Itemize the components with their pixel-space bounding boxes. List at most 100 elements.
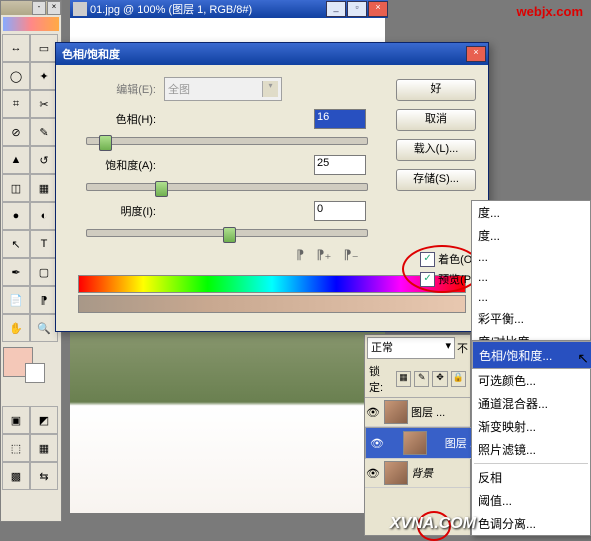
opacity-label: 不 xyxy=(457,340,468,356)
watermark-bottom: XVNA.COM xyxy=(390,515,476,533)
light-input[interactable]: 0 xyxy=(314,201,366,221)
layer-row[interactable]: 👁背景 xyxy=(365,459,470,488)
menu-item[interactable]: ... xyxy=(472,287,590,307)
eye-icon[interactable]: 👁 xyxy=(369,437,385,450)
blur-tool[interactable]: ● xyxy=(2,202,30,230)
light-label: 明度(I): xyxy=(66,203,164,219)
brush-tool[interactable]: ✎ xyxy=(30,118,58,146)
mode-quickmask[interactable]: ◩ xyxy=(30,406,58,434)
light-thumb[interactable] xyxy=(223,227,236,243)
lock-trans-icon[interactable]: ▦ xyxy=(396,371,411,387)
lock-paint-icon[interactable]: ✎ xyxy=(414,371,429,387)
screen-std[interactable]: ⬚ xyxy=(2,434,30,462)
menu-item[interactable]: 反相 xyxy=(472,466,590,489)
zoom-tool[interactable]: 🔍 xyxy=(30,314,58,342)
eye-icon[interactable]: 👁 xyxy=(365,467,381,480)
layer-thumb xyxy=(384,400,408,424)
min-icon[interactable]: - xyxy=(32,1,46,15)
document-titlebar[interactable]: 01.jpg @ 100% (图层 1, RGB/8#) _ ▫ × xyxy=(70,0,388,18)
eraser-tool[interactable]: ◫ xyxy=(2,174,30,202)
menu-item[interactable]: 度... xyxy=(472,201,590,224)
dialog-close-button[interactable]: × xyxy=(466,46,486,62)
menu-item-hue-sat[interactable]: 色相/饱和度... xyxy=(472,341,591,369)
close-button[interactable]: × xyxy=(368,1,388,17)
lock-pos-icon[interactable]: ✥ xyxy=(432,371,447,387)
toolbox-titlebar[interactable]: -× xyxy=(1,1,61,15)
annotation-oval xyxy=(402,245,482,293)
dialog-titlebar[interactable]: 色相/饱和度 × xyxy=(56,43,488,65)
dodge-tool[interactable]: ◐ xyxy=(30,202,58,230)
move-tool[interactable]: ↔ xyxy=(2,34,30,62)
notes-tool[interactable]: 📄 xyxy=(2,286,30,314)
save-button[interactable]: 存储(S)... xyxy=(396,169,476,191)
screen-full[interactable]: ▦ xyxy=(30,434,58,462)
max-button[interactable]: ▫ xyxy=(347,1,367,17)
history-brush-tool[interactable]: ↺ xyxy=(30,146,58,174)
menu-item[interactable]: 彩平衡... xyxy=(472,307,590,330)
menu-item[interactable]: 渐变映射... xyxy=(472,415,590,438)
adjustment-layer-menu: 色相/饱和度... 可选颜色... 通道混合器... 渐变映射... 照片滤镜.… xyxy=(471,340,591,536)
crop-tool[interactable]: ⌗ xyxy=(2,90,30,118)
layer-row[interactable]: 👁图层 ... xyxy=(365,398,470,427)
sat-thumb[interactable] xyxy=(155,181,168,197)
jump-to[interactable]: ⇆ xyxy=(30,462,58,490)
menu-item[interactable]: ... xyxy=(472,247,590,267)
mode-standard[interactable]: ▣ xyxy=(2,406,30,434)
eyedropper-icon: ⁋ xyxy=(296,247,304,263)
layer-thumb xyxy=(403,431,427,455)
cursor-icon: ↖ xyxy=(577,350,589,367)
load-button[interactable]: 载入(L)... xyxy=(396,139,476,161)
min-button[interactable]: _ xyxy=(326,1,346,17)
ps-logo xyxy=(3,17,59,31)
ok-button[interactable]: 好 xyxy=(396,79,476,101)
type-tool[interactable]: T xyxy=(30,230,58,258)
chevron-down-icon: ▾ xyxy=(445,339,451,357)
pen-tool[interactable]: ✒ xyxy=(2,258,30,286)
eyedropper-add-icon: ⁋₊ xyxy=(316,247,331,263)
menu-item[interactable]: 阈值... xyxy=(472,489,590,512)
sat-slider[interactable] xyxy=(86,183,368,191)
close-icon[interactable]: × xyxy=(47,1,61,15)
hue-slider[interactable] xyxy=(86,137,368,145)
layers-panel: 正常▾ 不 锁定: ▦ ✎ ✥ 🔒 👁图层 ... 👁图层 ... 👁背景 xyxy=(364,334,471,536)
wand-tool[interactable]: ✦ xyxy=(30,62,58,90)
menu-item[interactable]: 通道混合器... xyxy=(472,392,590,415)
screen-full2[interactable]: ▩ xyxy=(2,462,30,490)
layer-list: 👁图层 ... 👁图层 ... 👁背景 xyxy=(365,397,470,488)
layer-row[interactable]: 👁图层 ... xyxy=(365,427,483,459)
watermark-top: webjx.com xyxy=(517,4,583,19)
marquee-tool[interactable]: ▭ xyxy=(30,34,58,62)
hand-tool[interactable]: ✋ xyxy=(2,314,30,342)
eye-icon[interactable]: 👁 xyxy=(365,406,381,419)
shape-tool[interactable]: ▢ xyxy=(30,258,58,286)
light-slider[interactable] xyxy=(86,229,368,237)
path-tool[interactable]: ↖ xyxy=(2,230,30,258)
heal-tool[interactable]: ⊘ xyxy=(2,118,30,146)
stamp-tool[interactable]: ▲ xyxy=(2,146,30,174)
lasso-tool[interactable]: ◯ xyxy=(2,62,30,90)
lock-all-icon[interactable]: 🔒 xyxy=(451,371,466,387)
menu-item[interactable]: 度... xyxy=(472,224,590,247)
slice-tool[interactable]: ✂ xyxy=(30,90,58,118)
edit-label: 编辑(E): xyxy=(66,81,164,97)
sat-label: 饱和度(A): xyxy=(66,157,164,173)
toolbox: -× ↔ ▭ ◯ ✦ ⌗ ✂ ⊘ ✎ ▲ ↺ ◫ ▦ ● ◐ ↖ T ✒ ▢ 📄… xyxy=(0,0,62,522)
doc-icon xyxy=(73,2,87,16)
background-swatch[interactable] xyxy=(25,363,45,383)
hue-input[interactable]: 16 xyxy=(314,109,366,129)
hue-thumb[interactable] xyxy=(99,135,112,151)
menu-item[interactable]: 可选颜色... xyxy=(472,369,590,392)
edit-select: 全图 ▾ xyxy=(164,77,282,101)
menu-item[interactable]: 色调分离... xyxy=(472,512,590,535)
gradient-tool[interactable]: ▦ xyxy=(30,174,58,202)
menu-item[interactable]: 照片滤镜... xyxy=(472,438,590,461)
eyedropper-sub-icon: ⁋₋ xyxy=(343,247,358,263)
layer-thumb xyxy=(384,461,408,485)
eyedropper-tool[interactable]: ⁋ xyxy=(30,286,58,314)
context-menu-partial: 度... 度... ... ... ... 彩平衡... 度/对比度... xyxy=(471,200,591,358)
sat-input[interactable]: 25 xyxy=(314,155,366,175)
blend-mode-select[interactable]: 正常▾ xyxy=(367,337,455,359)
lock-label: 锁定: xyxy=(369,363,393,395)
cancel-button[interactable]: 取消 xyxy=(396,109,476,131)
menu-item[interactable]: ... xyxy=(472,267,590,287)
